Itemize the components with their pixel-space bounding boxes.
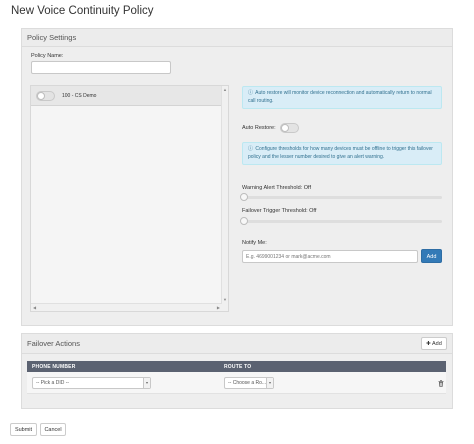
info-circle-icon: ⓘ (248, 90, 254, 96)
failover-actions-panel: Failover Actions ✚ Add PHONE NUMBER ROUT… (21, 333, 453, 409)
scroll-right-icon[interactable]: ▶ (217, 304, 220, 312)
device-list-vertical-scrollbar[interactable]: ▲ ▼ (221, 86, 228, 311)
warning-alert-label-text: Warning Alert Threshold: (242, 185, 303, 191)
route-to-select-value: -- Choose a Ro... (228, 380, 267, 386)
device-list[interactable]: 100 - CS Demo ▲ ▼ ◀ ▶ (30, 85, 229, 312)
table-row: -- Pick a DID -- ▾ -- Choose a Ro... ▾ (27, 372, 446, 394)
scroll-up-icon[interactable]: ▲ (222, 86, 228, 93)
auto-restore-info-box: ⓘ Auto restore will monitor device recon… (242, 86, 442, 109)
submit-button[interactable]: Submit (10, 423, 37, 436)
toggle-knob (37, 92, 45, 100)
plus-icon: ✚ (426, 341, 431, 347)
warning-alert-slider-handle[interactable] (240, 193, 248, 201)
policy-name-input[interactable] (31, 61, 171, 74)
auto-restore-label: Auto Restore: (242, 125, 276, 131)
failover-trigger-label: Failover Trigger Threshold: Off (242, 208, 316, 214)
toggle-knob (281, 124, 289, 132)
notify-input[interactable] (242, 250, 418, 263)
auto-restore-toggle[interactable] (280, 123, 299, 133)
chevron-down-icon[interactable]: ▾ (143, 378, 150, 388)
scroll-down-icon[interactable]: ▼ (222, 296, 228, 303)
column-header-phone-number: PHONE NUMBER (32, 364, 76, 370)
device-item[interactable]: 100 - CS Demo (31, 86, 222, 106)
column-header-route-to: ROUTE TO (224, 364, 252, 370)
device-toggle[interactable] (36, 91, 55, 101)
failover-trigger-label-text: Failover Trigger Threshold: (242, 208, 308, 214)
warning-alert-slider[interactable] (240, 193, 442, 201)
failover-trigger-value: Off (309, 208, 317, 214)
phone-number-select-value: -- Pick a DID -- (36, 380, 70, 386)
phone-number-select[interactable]: -- Pick a DID -- ▾ (32, 377, 151, 389)
add-failover-action-button[interactable]: ✚ Add (421, 337, 447, 350)
policy-settings-panel: Policy Settings Policy Name: 100 - CS De… (21, 28, 453, 326)
notify-label: Notify Me: (242, 240, 267, 246)
warning-alert-value: Off (303, 185, 312, 191)
failover-actions-header: Failover Actions ✚ Add (22, 334, 452, 354)
add-failover-action-label: Add (432, 341, 442, 347)
failover-trigger-slider[interactable] (240, 217, 442, 225)
chevron-down-icon[interactable]: ▾ (266, 378, 273, 388)
device-name: 100 - CS Demo (62, 93, 97, 99)
policy-settings-header: Policy Settings (22, 29, 452, 47)
cancel-button[interactable]: Cancel (40, 423, 66, 436)
device-list-horizontal-scrollbar[interactable]: ◀ ▶ (31, 303, 222, 311)
page-title: New Voice Continuity Policy (11, 5, 154, 17)
failover-actions-table: PHONE NUMBER ROUTE TO -- Pick a DID -- ▾… (27, 361, 446, 407)
notify-add-button[interactable]: Add (421, 249, 442, 263)
threshold-info-box: ⓘ Configure thresholds for how many devi… (242, 142, 442, 165)
threshold-info-text: Configure thresholds for how many device… (248, 146, 433, 160)
route-to-select[interactable]: -- Choose a Ro... ▾ (224, 377, 274, 389)
failover-trigger-slider-handle[interactable] (240, 217, 248, 225)
failover-actions-title: Failover Actions (27, 339, 80, 348)
info-circle-icon: ⓘ (248, 146, 254, 152)
failover-actions-table-header: PHONE NUMBER ROUTE TO (27, 361, 446, 372)
auto-restore-info-text: Auto restore will monitor device reconne… (248, 90, 432, 104)
warning-alert-label: Warning Alert Threshold: Off (242, 185, 311, 191)
policy-name-label: Policy Name: (31, 53, 64, 59)
trash-icon[interactable] (438, 380, 444, 387)
policy-settings-title: Policy Settings (27, 33, 77, 42)
scroll-left-icon[interactable]: ◀ (33, 304, 36, 312)
